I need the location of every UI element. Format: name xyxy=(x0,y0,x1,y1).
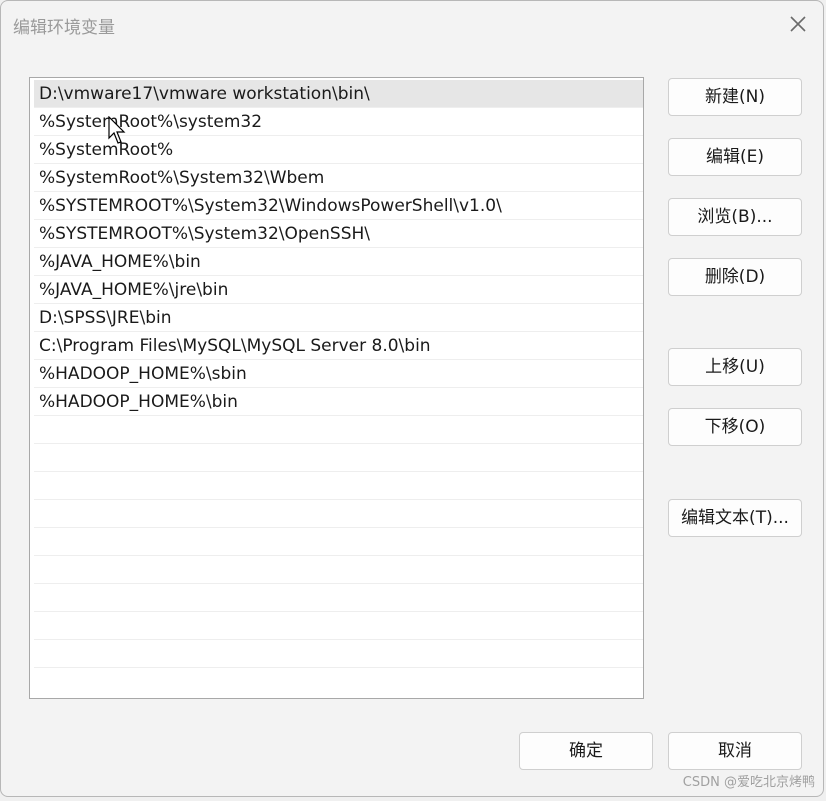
list-item[interactable]: D:\vmware17\vmware workstation\bin\ xyxy=(34,80,643,108)
cancel-button[interactable]: 取消 xyxy=(668,732,802,770)
list-item[interactable]: %SYSTEMROOT%\System32\WindowsPowerShell\… xyxy=(34,192,643,220)
dialog-title: 编辑环境变量 xyxy=(13,18,115,38)
list-item[interactable]: %HADOOP_HOME%\sbin xyxy=(34,360,643,388)
move-down-button[interactable]: 下移(O) xyxy=(668,408,802,446)
empty-list-row[interactable] xyxy=(34,528,643,556)
list-item[interactable]: %HADOOP_HOME%\bin xyxy=(34,388,643,416)
empty-list-row[interactable] xyxy=(34,500,643,528)
list-item[interactable]: %SystemRoot%\System32\Wbem xyxy=(34,164,643,192)
empty-list-row[interactable] xyxy=(34,640,643,668)
edit-text-button[interactable]: 编辑文本(T)... xyxy=(668,499,802,537)
empty-list-row[interactable] xyxy=(34,556,643,584)
empty-list-row[interactable] xyxy=(34,612,643,640)
delete-button[interactable]: 删除(D) xyxy=(668,258,802,296)
list-item[interactable]: D:\SPSS\JRE\bin xyxy=(34,304,643,332)
close-icon-glyph xyxy=(790,16,806,32)
browse-button[interactable]: 浏览(B)... xyxy=(668,198,802,236)
empty-list-row[interactable] xyxy=(34,444,643,472)
title-bar: 编辑环境变量 xyxy=(1,1,823,47)
edit-env-var-dialog: 编辑环境变量 D:\vmware17\vmware workstation\bi… xyxy=(0,0,824,797)
empty-list-row[interactable] xyxy=(34,584,643,612)
list-item[interactable]: %SYSTEMROOT%\System32\OpenSSH\ xyxy=(34,220,643,248)
list-item[interactable]: %SystemRoot%\system32 xyxy=(34,108,643,136)
new-button[interactable]: 新建(N) xyxy=(668,78,802,116)
close-icon[interactable] xyxy=(785,11,811,37)
list-item[interactable]: %JAVA_HOME%\jre\bin xyxy=(34,276,643,304)
list-item[interactable]: C:\Program Files\MySQL\MySQL Server 8.0\… xyxy=(34,332,643,360)
list-item[interactable]: %SystemRoot% xyxy=(34,136,643,164)
path-list[interactable]: D:\vmware17\vmware workstation\bin\ %Syst… xyxy=(29,77,644,699)
move-up-button[interactable]: 上移(U) xyxy=(668,348,802,386)
watermark: CSDN @爱吃北京烤鸭 xyxy=(682,775,815,790)
edit-button[interactable]: 编辑(E) xyxy=(668,138,802,176)
empty-list-row[interactable] xyxy=(34,416,643,444)
ok-button[interactable]: 确定 xyxy=(519,732,653,770)
list-item[interactable]: %JAVA_HOME%\bin xyxy=(34,248,643,276)
empty-list-row[interactable] xyxy=(34,472,643,500)
